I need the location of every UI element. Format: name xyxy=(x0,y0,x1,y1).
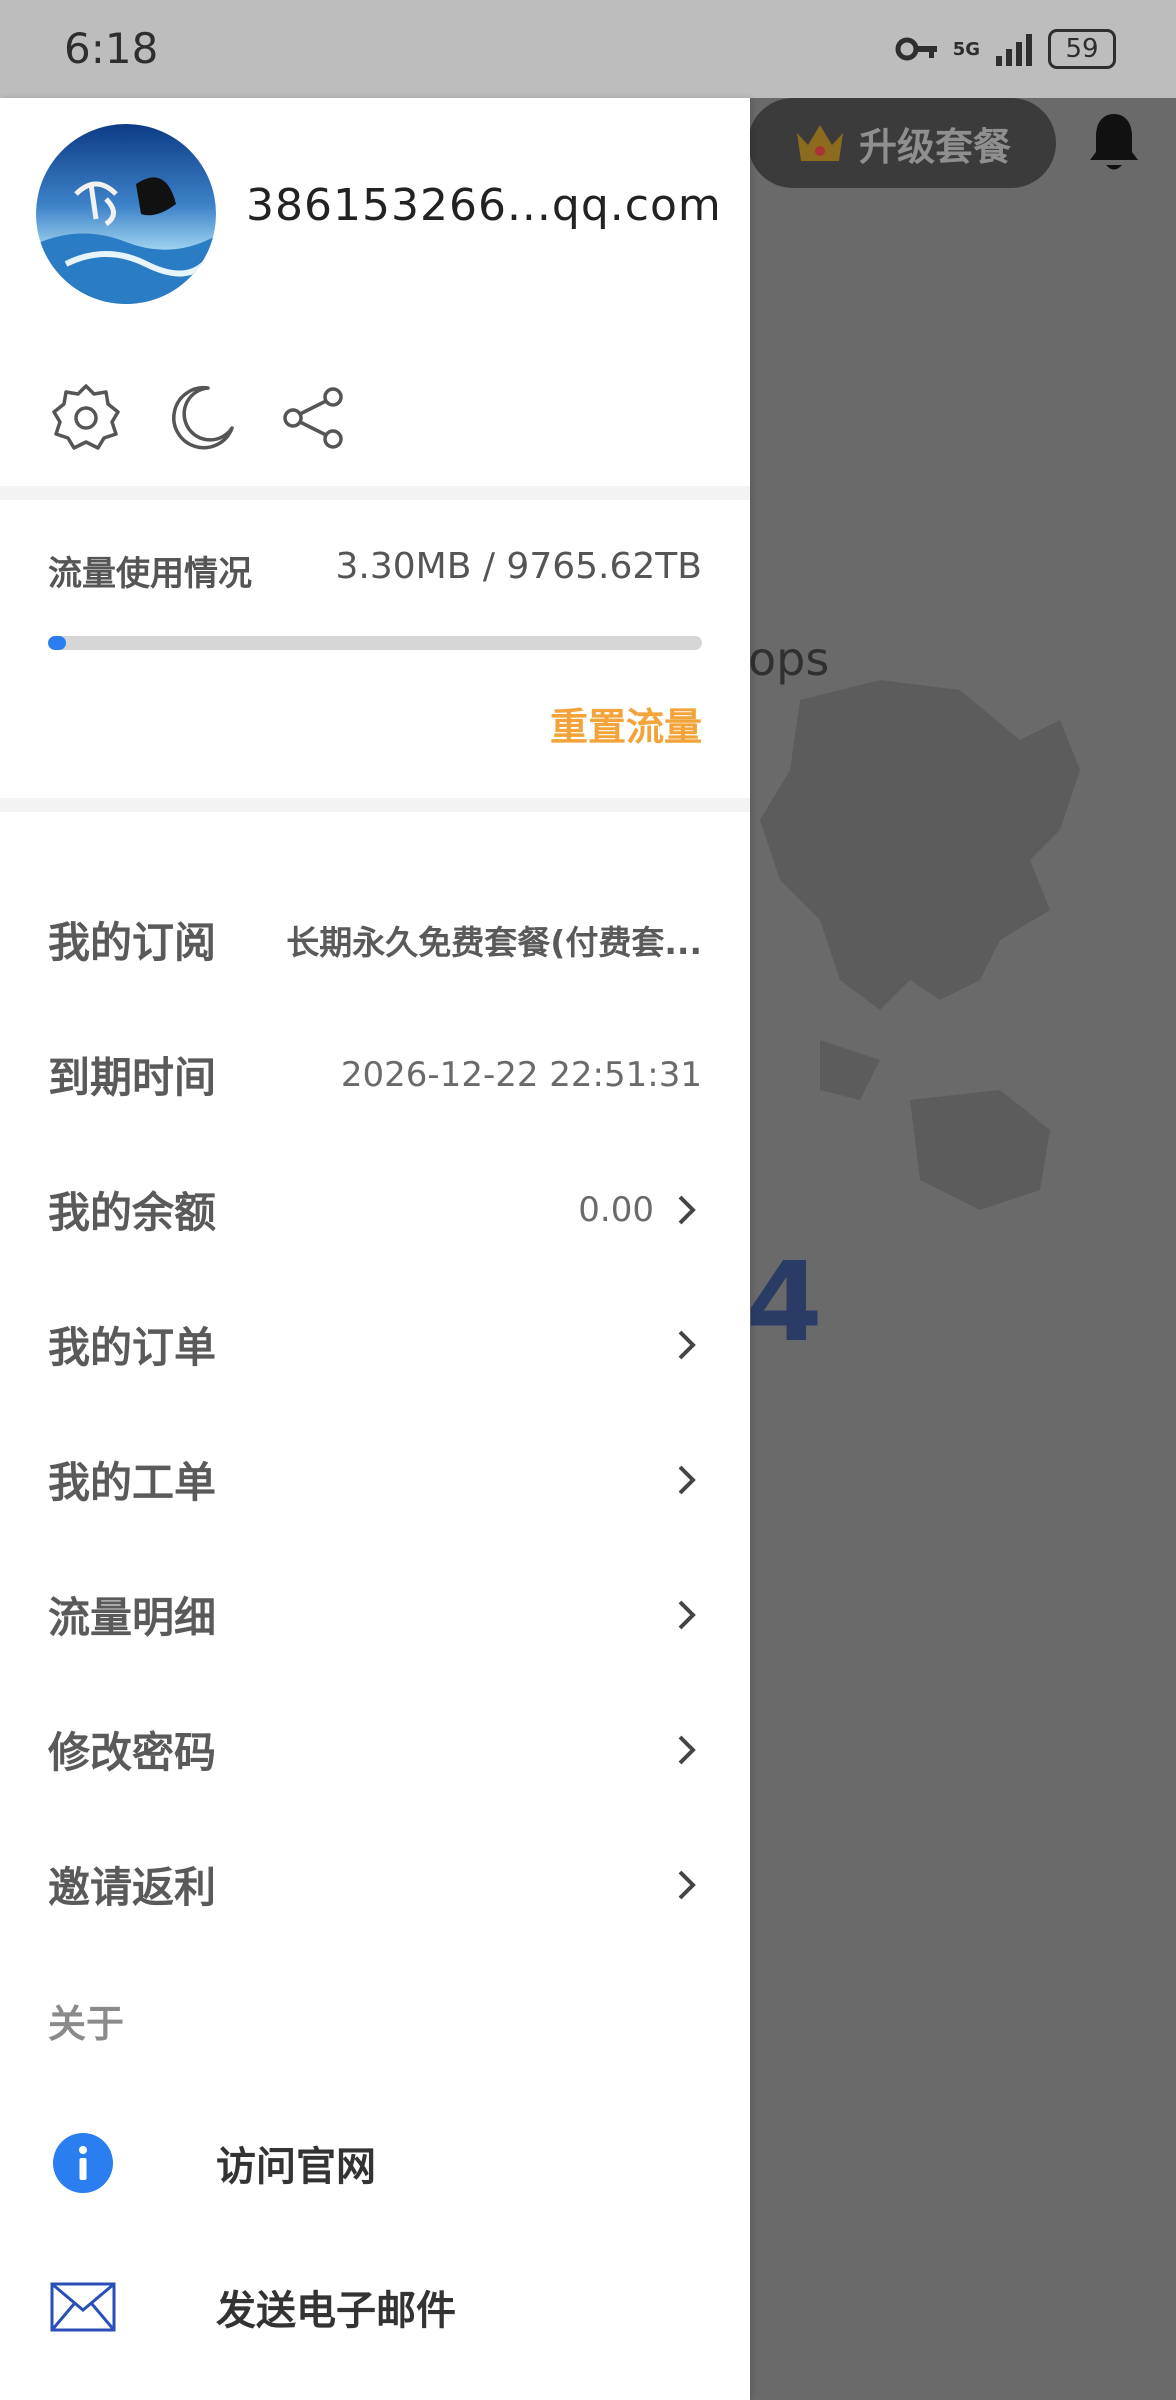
menu-item-subscription[interactable]: 我的订阅 长期永久免费套餐(付费套... xyxy=(0,872,750,1007)
visit-website-label: 访问官网 xyxy=(216,2144,376,2190)
section-divider xyxy=(0,798,750,812)
signal-icon xyxy=(996,34,1032,66)
menu-item-balance[interactable]: 我的余额 0.00 xyxy=(0,1142,750,1277)
share-button[interactable] xyxy=(276,380,352,456)
upgrade-plan-label: 升级套餐 xyxy=(858,124,1011,169)
status-icons: 5G 59 xyxy=(895,26,1116,72)
chevron-right-icon xyxy=(672,1460,702,1500)
account-menu: 我的订阅 长期永久免费套餐(付费套... 到期时间 2026-12-22 22:… xyxy=(0,872,750,1952)
world-map-graphic xyxy=(760,680,1080,1210)
menu-item-value: 0.00 xyxy=(578,1189,654,1230)
reset-traffic-button[interactable]: 重置流量 xyxy=(550,696,702,751)
gear-icon xyxy=(52,384,120,450)
menu-item-label: 我的工单 xyxy=(48,1458,217,1507)
moon-icon xyxy=(172,385,234,450)
crown-icon xyxy=(796,125,843,161)
menu-item-invite-rebate[interactable]: 邀请返利 xyxy=(0,1817,750,1952)
share-icon xyxy=(283,387,343,449)
upgrade-plan-button[interactable]: 升级套餐 xyxy=(748,98,1056,188)
menu-item-label: 流量明细 xyxy=(48,1593,217,1642)
dark-mode-button[interactable] xyxy=(162,380,238,456)
navigation-drawer: 386153266...qq.com 流量使用情况 3.30MB / 9765.… xyxy=(0,98,750,2400)
chevron-right-icon xyxy=(672,1190,702,1230)
traffic-usage-label: 流量使用情况 xyxy=(48,554,252,594)
menu-item-label: 邀请返利 xyxy=(48,1863,217,1912)
avatar-image xyxy=(36,124,216,304)
traffic-progress-bar xyxy=(48,636,702,650)
menu-item-expiry: 到期时间 2026-12-22 22:51:31 xyxy=(0,1007,750,1142)
menu-item-label: 我的订单 xyxy=(48,1323,217,1372)
status-bar: 6:18 5G 59 xyxy=(0,0,1176,98)
settings-button[interactable] xyxy=(48,380,124,456)
network-type: 5G xyxy=(952,38,980,60)
chevron-right-icon xyxy=(672,1865,702,1905)
background-partial-number: 4 xyxy=(746,1238,823,1366)
chevron-right-icon xyxy=(672,1595,702,1635)
mail-icon xyxy=(50,2274,116,2340)
background-partial-text: ops xyxy=(748,632,830,686)
menu-item-traffic-details[interactable]: 流量明细 xyxy=(0,1547,750,1682)
status-time: 6:18 xyxy=(64,24,159,73)
chevron-right-icon xyxy=(672,1325,702,1365)
about-section-title: 关于 xyxy=(48,2002,125,2046)
bell-icon[interactable] xyxy=(1086,110,1142,176)
menu-item-value: 2026-12-22 22:51:31 xyxy=(340,1054,702,1095)
menu-item-label: 到期时间 xyxy=(48,1053,217,1102)
traffic-progress-fill xyxy=(48,636,66,650)
send-email-label: 发送电子邮件 xyxy=(216,2288,456,2334)
menu-item-label: 我的余额 xyxy=(48,1188,217,1237)
quick-actions xyxy=(48,380,352,456)
menu-item-label: 修改密码 xyxy=(48,1728,217,1777)
chevron-right-icon xyxy=(672,1730,702,1770)
visit-website-item[interactable]: 访问官网 xyxy=(0,2108,750,2218)
vpn-key-icon xyxy=(895,37,937,61)
battery-icon: 59 xyxy=(1048,29,1116,69)
user-email: 386153266...qq.com xyxy=(246,180,722,231)
section-divider xyxy=(0,486,750,500)
traffic-usage-value: 3.30MB / 9765.62TB xyxy=(335,546,703,587)
send-email-item[interactable]: 发送电子邮件 xyxy=(0,2252,750,2362)
avatar[interactable] xyxy=(36,124,216,304)
menu-item-value: 长期永久免费套餐(付费套... xyxy=(286,922,702,962)
menu-item-orders[interactable]: 我的订单 xyxy=(0,1277,750,1412)
menu-item-change-password[interactable]: 修改密码 xyxy=(0,1682,750,1817)
info-icon xyxy=(50,2130,116,2196)
menu-item-label: 我的订阅 xyxy=(48,918,217,967)
menu-item-tickets[interactable]: 我的工单 xyxy=(0,1412,750,1547)
